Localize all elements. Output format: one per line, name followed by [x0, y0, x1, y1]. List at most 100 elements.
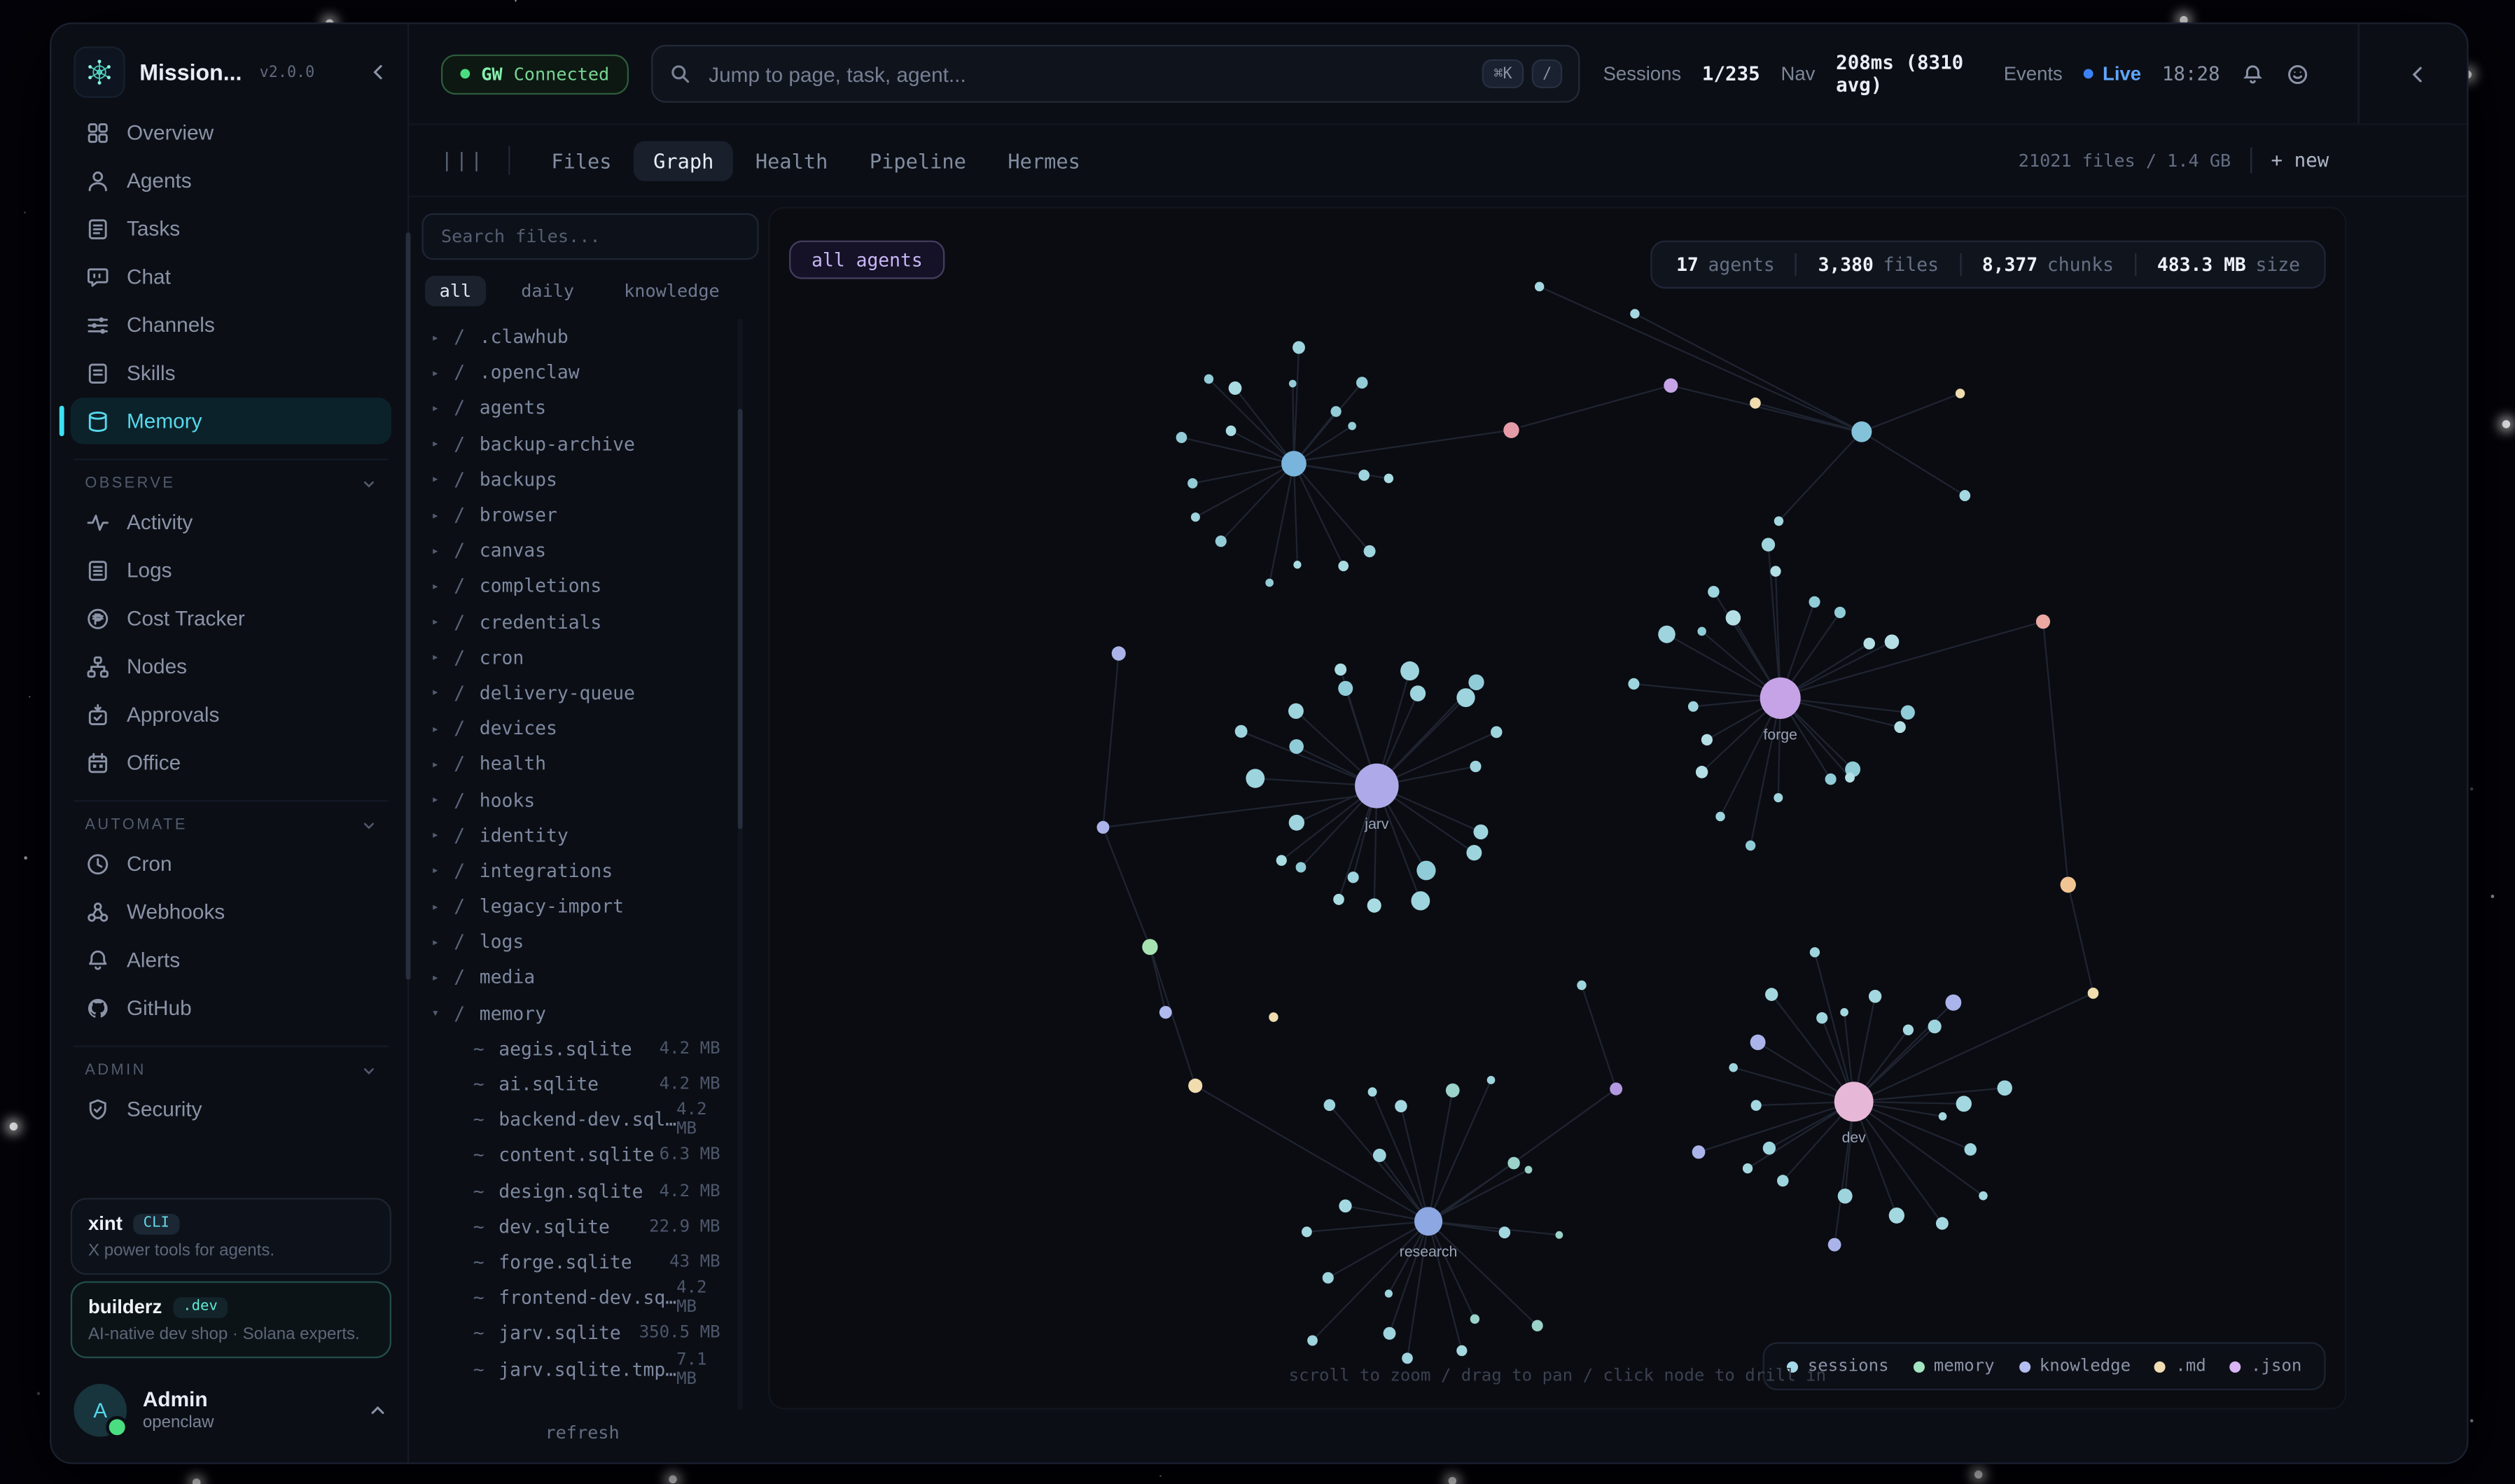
graph-satellite-node[interactable] [1956, 1096, 1972, 1112]
tree-file-row[interactable]: ~design.sqlite4.2 MB [473, 1173, 746, 1209]
graph-satellite-node[interactable] [1828, 1238, 1841, 1252]
user-menu[interactable]: A Admin openclaw [71, 1380, 391, 1440]
graph-satellite-node[interactable] [1410, 685, 1426, 701]
graph-satellite-node[interactable] [1470, 761, 1481, 772]
graph-satellite-node[interactable] [1368, 1087, 1377, 1096]
graph-satellite-node[interactable] [1770, 566, 1781, 576]
tree-file-row[interactable]: ~ai.sqlite4.2 MB [473, 1066, 746, 1102]
graph-satellite-node[interactable] [1229, 382, 1242, 395]
graph-satellite-node[interactable] [1997, 1080, 2012, 1096]
graph-satellite-node[interactable] [1246, 769, 1265, 788]
graph-satellite-node[interactable] [1532, 1320, 1543, 1331]
graph-satellite-node[interactable] [1331, 406, 1342, 416]
promo-card-xint[interactable]: xint CLI X power tools for agents. [71, 1198, 391, 1275]
graph-node[interactable] [1188, 1079, 1202, 1093]
tree-folder-row[interactable]: ▸/cron [419, 639, 746, 675]
sidebar-item-logs[interactable]: Logs [71, 547, 391, 593]
graph-node[interactable] [1577, 981, 1586, 990]
graph-satellite-node[interactable] [1338, 561, 1349, 571]
graph-satellite-node[interactable] [1293, 341, 1305, 354]
graph-satellite-node[interactable] [1696, 766, 1708, 778]
graph-satellite-node[interactable] [1708, 586, 1720, 598]
graph-satellite-node[interactable] [1400, 662, 1419, 680]
graph-satellite-node[interactable] [1746, 841, 1755, 851]
graph-satellite-node[interactable] [1348, 422, 1356, 430]
tree-folder-row[interactable]: ▸/canvas [419, 533, 746, 568]
tree-folder-row[interactable]: ▸/.clawhub [419, 319, 746, 355]
feedback-smiley-icon[interactable] [2285, 62, 2309, 85]
tree-folder-row[interactable]: ▸/credentials [419, 603, 746, 639]
graph-satellite-node[interactable] [1356, 377, 1368, 388]
gateway-status-badge[interactable]: GW Connected [441, 54, 629, 94]
tree-file-row[interactable]: ~dev.sqlite22.9 MB [473, 1209, 746, 1245]
graph-satellite-node[interactable] [1338, 681, 1353, 696]
tree-file-row[interactable]: ~frontend-dev.sq…4.2 MB [473, 1280, 746, 1315]
sidebar-item-webhooks[interactable]: Webhooks [71, 888, 391, 934]
graph-satellite-node[interactable] [1235, 725, 1248, 738]
graph-satellite-node[interactable] [1289, 815, 1304, 831]
tree-folder-row[interactable]: ▸/hooks [419, 782, 746, 818]
agent-filter-chip[interactable]: all agents [789, 241, 945, 279]
tab-health[interactable]: Health [736, 140, 847, 180]
graph-satellite-node[interactable] [1373, 1149, 1386, 1162]
tree-folder-row[interactable]: ▸/logs [419, 924, 746, 960]
graph-satellite-node[interactable] [1384, 1327, 1396, 1340]
file-search[interactable] [422, 214, 758, 260]
tab-hermes[interactable]: Hermes [989, 140, 1099, 180]
graph-satellite-node[interactable] [1215, 536, 1227, 547]
graph-satellite-node[interactable] [1743, 1163, 1753, 1174]
graph-satellite-node[interactable] [1628, 678, 1639, 690]
graph-satellite-node[interactable] [1333, 894, 1344, 905]
graph-satellite-node[interactable] [1323, 1272, 1334, 1283]
tree-folder-row[interactable]: ▾/memory [419, 995, 746, 1031]
graph-satellite-node[interactable] [1750, 1035, 1766, 1050]
global-search-input[interactable] [706, 60, 1468, 88]
graph-satellite-node[interactable] [1296, 862, 1307, 872]
tree-folder-row[interactable]: ▸/completions [419, 568, 746, 604]
graph-satellite-node[interactable] [1288, 704, 1304, 719]
sidebar-item-cron[interactable]: Cron [71, 840, 391, 886]
notifications-bell-icon[interactable] [2241, 62, 2264, 85]
file-tree-scrollbar[interactable] [738, 409, 743, 829]
graph-satellite-node[interactable] [1384, 474, 1393, 484]
graph-satellite-node[interactable] [1466, 845, 1482, 860]
graph-satellite-node[interactable] [1348, 872, 1359, 883]
graph-satellite-node[interactable] [1885, 634, 1900, 649]
sidebar-item-agents[interactable]: Agents [71, 157, 391, 203]
graph-satellite-node[interactable] [1751, 1100, 1762, 1110]
graph-node[interactable] [1959, 490, 1970, 501]
graph-satellite-node[interactable] [1385, 1289, 1393, 1297]
graph-node[interactable] [2088, 988, 2099, 999]
sidebar-item-alerts[interactable]: Alerts [71, 937, 391, 983]
graph-satellite-node[interactable] [1894, 721, 1906, 733]
graph-node[interactable] [1159, 1006, 1172, 1018]
graph-satellite-node[interactable] [1499, 1226, 1511, 1238]
section-header-admin[interactable]: ADMIN [85, 1062, 377, 1079]
graph-satellite-node[interactable] [1688, 701, 1699, 712]
graph-satellite-node[interactable] [1936, 1217, 1949, 1230]
sidebar-item-approvals[interactable]: Approvals [71, 691, 391, 737]
graph-satellite-node[interactable] [1276, 855, 1287, 865]
graph-hub-node-dev[interactable] [1834, 1082, 1874, 1121]
graph-canvas[interactable]: jarvforgedevresearch [770, 209, 2346, 1408]
graph-node[interactable] [1851, 421, 1872, 442]
graph-satellite-node[interactable] [1903, 1025, 1914, 1035]
tree-folder-row[interactable]: ▸/backup-archive [419, 426, 746, 461]
tree-folder-row[interactable]: ▸/integrations [419, 853, 746, 888]
graph-node[interactable] [1142, 939, 1157, 955]
app-logo[interactable] [74, 46, 125, 97]
sidebar-collapse-icon[interactable] [369, 62, 388, 81]
graph-satellite-node[interactable] [1191, 512, 1200, 522]
graph-satellite-node[interactable] [1226, 426, 1236, 436]
graph-panel[interactable]: jarvforgedevresearch all agents 17agents… [768, 207, 2346, 1410]
sidebar-item-cost-tracker[interactable]: Cost Tracker [71, 595, 391, 641]
graph-satellite-node[interactable] [1302, 1226, 1312, 1237]
filter-chip-all[interactable]: all [425, 276, 486, 307]
graph-satellite-node[interactable] [1176, 432, 1187, 443]
graph-node[interactable] [1630, 309, 1639, 318]
graph-satellite-node[interactable] [1809, 596, 1820, 608]
graph-satellite-node[interactable] [1825, 774, 1837, 785]
graph-satellite-node[interactable] [1358, 470, 1370, 481]
graph-satellite-node[interactable] [1468, 674, 1484, 690]
refresh-button[interactable]: refresh [419, 1410, 746, 1463]
